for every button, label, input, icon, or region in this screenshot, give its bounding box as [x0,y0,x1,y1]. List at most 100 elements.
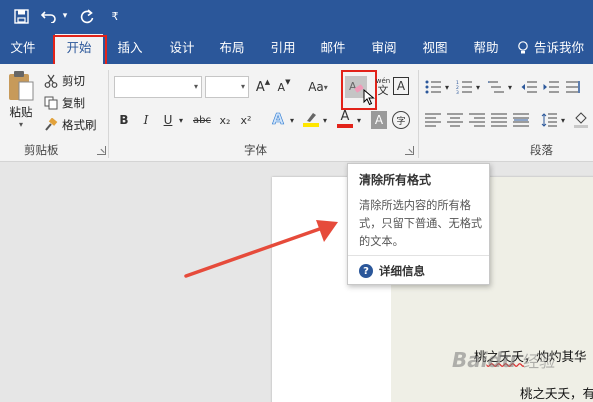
group-divider [418,70,419,158]
font-name-dropdown-icon[interactable]: ▾ [194,82,198,91]
distributed-button[interactable] [512,111,530,129]
redo-icon[interactable] [78,6,96,26]
highlight-button[interactable] [302,109,320,129]
cut-button[interactable]: 剪切 [44,72,85,90]
lightbulb-icon [518,41,528,54]
tab-layout[interactable]: 布局 [210,32,254,64]
font-color-label: A [340,109,350,124]
character-border-button[interactable]: A [393,77,409,95]
save-icon[interactable] [12,6,30,26]
enclose-characters-button[interactable]: 字 [392,111,410,129]
align-left-button[interactable] [424,111,442,129]
shading-button[interactable] [572,111,590,129]
paragraph-group-label: 段落 [530,143,553,157]
multilevel-list-button[interactable] [487,79,505,95]
watermark-suffix: 经验 [523,352,556,371]
font-color-dropdown-icon[interactable]: ▾ [355,115,363,125]
superscript-button[interactable]: x² [238,111,254,129]
bullets-button[interactable] [424,79,442,95]
tooltip-title: 清除所有格式 [359,173,432,187]
font-dialog-launcher[interactable] [405,146,414,155]
font-size-combo[interactable]: ▾ [205,76,249,98]
watermark-brand: Bai [452,348,488,372]
watermark-paw: du [487,348,517,372]
wen-char-icon: 文 [377,84,389,97]
superscript-label: x² [240,113,252,127]
grow-font-label: A [255,79,265,95]
tab-file[interactable]: 文件 [0,32,46,64]
tab-references[interactable]: 引用 [261,32,305,64]
shrink-font-button[interactable]: A ▼ [276,78,292,96]
character-shading-label: A [374,113,384,127]
line-spacing-dropdown-icon[interactable]: ▾ [559,115,567,125]
text-effects-dropdown-icon[interactable]: ▾ [288,115,296,125]
highlight-dropdown-icon[interactable]: ▾ [321,115,329,125]
customize-toolbar-icon[interactable]: ₹ [108,6,122,26]
bullets-dropdown-icon[interactable]: ▾ [443,82,451,92]
phonetic-guide-button[interactable]: wén 文 [373,76,393,98]
document-text-line-2[interactable]: 桃之夭夭，有 [520,383,593,402]
text-effects-button[interactable]: A [269,109,287,129]
character-shading-button[interactable]: A [371,111,387,129]
paste-dropdown-icon[interactable]: ▾ [19,120,23,129]
title-bar: ▾ ₹ [0,0,593,32]
group-divider [108,70,109,158]
format-painter-button[interactable]: 格式刷 [44,116,97,134]
increase-indent-button[interactable] [542,79,560,95]
tell-me-more-link[interactable]: ? 详细信息 [359,263,425,279]
multilevel-list-dropdown-icon[interactable]: ▾ [506,82,514,92]
font-name-combo[interactable]: ▾ [114,76,202,98]
tab-view[interactable]: 视图 [413,32,457,64]
clear-formatting-tooltip: 清除所有格式 清除所选内容的所有格式，只留下普通、无格式的文本。 ? 详细信息 [347,163,490,285]
pointer-arrow-annotation [184,220,338,278]
italic-button[interactable]: I [138,111,154,129]
align-right-button[interactable] [468,111,486,129]
tab-help[interactable]: 帮助 [464,32,508,64]
change-case-label: Aa [308,80,324,94]
undo-icon[interactable] [40,6,58,26]
home-tab-highlight [53,35,107,67]
underline-label: U [163,113,173,127]
line-spacing-button[interactable] [540,111,558,129]
shrink-font-label: A [277,80,286,94]
font-color-bar [337,124,353,128]
copy-button[interactable]: 复制 [44,94,85,112]
change-case-button[interactable]: Aa ▾ [304,78,332,96]
format-painter-label: 格式刷 [62,118,97,132]
decrease-indent-button[interactable] [520,79,538,95]
underline-button[interactable]: U [160,111,176,129]
tell-me-search[interactable]: 告诉我你 [517,32,593,64]
subscript-button[interactable]: x₂ [217,111,233,129]
clipboard-icon [9,71,34,101]
underline-dropdown-icon[interactable]: ▾ [177,115,185,125]
tab-review[interactable]: 审阅 [362,32,406,64]
character-border-label: A [396,79,406,93]
grow-font-button[interactable]: A ▲ [255,78,271,96]
undo-dropdown-icon[interactable]: ▾ [60,6,70,26]
justify-button[interactable] [490,111,508,129]
text-effects-label: A [272,110,284,129]
tab-design[interactable]: 设计 [160,32,204,64]
clipboard-dialog-launcher[interactable] [97,146,106,155]
font-size-dropdown-icon[interactable]: ▾ [241,82,245,91]
change-case-dropdown-icon[interactable]: ▾ [324,83,328,92]
bold-button[interactable]: B [116,111,132,129]
numbering-button[interactable]: 123 [455,79,473,95]
tab-insert[interactable]: 插入 [108,32,152,64]
numbering-dropdown-icon[interactable]: ▾ [474,82,482,92]
font-group-label: 字体 [244,143,267,157]
font-color-button[interactable]: A [336,109,354,129]
paste-label: 粘贴 [9,105,33,119]
tell-me-label: 告诉我你 [534,40,585,55]
scissors-icon [44,74,58,88]
paste-button[interactable]: 粘贴 ▾ [4,70,38,132]
subscript-label: x₂ [219,113,231,127]
highlight-color-bar [303,123,319,127]
strikethrough-button[interactable]: abc [190,111,214,129]
align-center-button[interactable] [446,111,464,129]
chinese-layout-button[interactable] [565,79,583,95]
tell-me-more-label: 详细信息 [379,264,425,278]
copy-label: 复制 [62,96,85,110]
highlighter-icon [307,113,316,122]
tab-mailings[interactable]: 邮件 [311,32,355,64]
